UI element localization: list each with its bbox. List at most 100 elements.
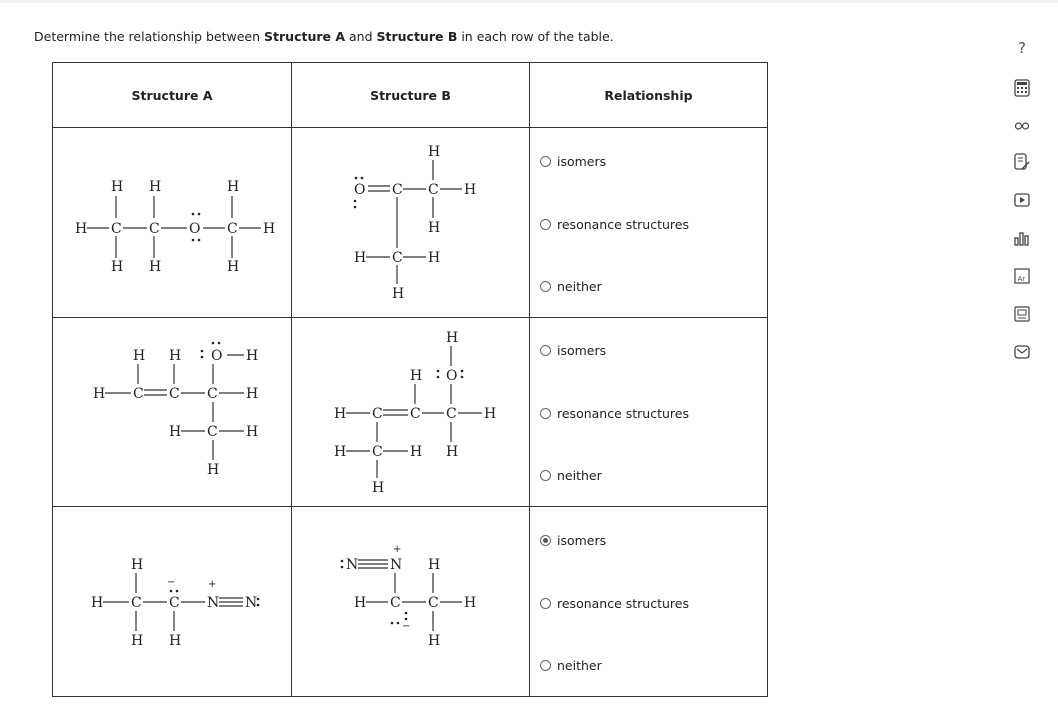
row1-option-neither[interactable]: neither [540,279,602,294]
atom-o: O [211,348,222,364]
question-text: Determine the relationship between Struc… [34,29,614,44]
atom-h: H [354,250,366,266]
radio-button[interactable] [540,408,551,419]
atom-n: N [390,557,402,573]
svg-text:Ar: Ar [1018,275,1026,283]
textbook-icon[interactable] [1009,302,1035,326]
row1-option-isomers[interactable]: isomers [540,154,606,169]
radio-button-selected[interactable] [540,535,551,546]
periodic-table-icon[interactable]: Ar [1009,264,1035,288]
top-border [0,0,1058,3]
row1-relationship: isomers resonance structures neither [529,127,768,318]
row3-option-resonance[interactable]: resonance structures [540,596,689,611]
atom-c: C [446,406,457,422]
atom-c: C [207,424,218,440]
atom-c: C [131,595,142,611]
minus-charge: − [402,621,410,632]
video-icon[interactable] [1009,188,1035,212]
atom-h: H [428,557,440,573]
atom-h: H [246,348,258,364]
row2-option-neither[interactable]: neither [540,468,602,483]
option-label: isomers [557,154,607,169]
header-structure-a: Structure A [52,62,292,128]
glasses-icon[interactable] [1009,114,1035,138]
radio-button[interactable] [540,345,551,356]
chart-icon[interactable] [1009,226,1035,250]
atom-h: H [169,424,181,440]
atom-o: O [189,221,200,237]
atom-h: H [334,406,346,422]
help-icon[interactable]: ? [1009,36,1035,60]
option-label: resonance structures [557,596,689,611]
radio-button[interactable] [540,219,551,230]
row1-structure-b-diagram: O C C H H H H C H H [353,144,476,302]
row1-option-resonance[interactable]: resonance structures [540,217,689,232]
atom-c: C [372,444,383,460]
atom-h: H [428,633,440,649]
row3-structure-b-diagram: N N H H C C H H + − [340,544,476,649]
radio-button[interactable] [540,598,551,609]
atom-c: C [392,250,403,266]
radio-button[interactable] [540,470,551,481]
atom-o: O [354,182,365,198]
atom-h: H [111,179,123,195]
atom-h: H [410,368,422,384]
atom-h: H [410,444,422,460]
plus-charge: + [208,579,216,590]
notes-icon[interactable] [1009,150,1035,174]
atom-c: C [428,182,439,198]
row2-option-isomers[interactable]: isomers [540,343,606,358]
atom-c: C [133,386,144,402]
atom-h: H [149,179,161,195]
row1-structure-b: O C C H H H H C H H [291,127,530,318]
atom-h: H [263,221,275,237]
atom-n: N [207,595,219,611]
atom-c: C [372,406,383,422]
atom-h: H [75,221,87,237]
radio-button[interactable] [540,660,551,671]
atom-h: H [484,406,496,422]
row3-structure-b: N N H H C C H H + − [291,506,530,697]
option-label: isomers [557,343,607,358]
radio-button[interactable] [540,281,551,292]
atom-h: H [354,595,366,611]
atom-h: H [428,144,440,160]
atom-h: H [149,259,161,275]
atom-h: H [169,633,181,649]
atom-c: C [149,221,160,237]
row3-option-isomers[interactable]: isomers [540,533,606,548]
atom-h: H [392,286,404,302]
message-icon[interactable] [1009,340,1035,364]
option-label: neither [557,658,602,673]
atom-h: H [227,179,239,195]
row2-option-resonance[interactable]: resonance structures [540,406,689,421]
atom-h: H [133,348,145,364]
atom-h: H [227,259,239,275]
atom-h: H [428,220,440,236]
option-label: resonance structures [557,406,689,421]
atom-c: C [428,595,439,611]
atom-h: H [246,386,258,402]
row2-structure-a-diagram: H H O H H C C C H H C H H [93,341,258,478]
header-relationship: Relationship [529,62,768,128]
row3-structure-a-diagram: H H C C N N H H + − [91,557,260,649]
radio-button[interactable] [540,156,551,167]
row1-structure-a-diagram: H C C O C H H H H H H H [75,179,275,275]
row3-option-neither[interactable]: neither [540,658,602,673]
atom-c: C [169,386,180,402]
row3-relationship: isomers resonance structures neither [529,506,768,697]
row2-relationship: isomers resonance structures neither [529,317,768,507]
calculator-icon[interactable] [1009,76,1035,100]
atom-c: C [392,182,403,198]
atom-h: H [446,444,458,460]
atom-h: H [93,386,105,402]
atom-h: H [428,250,440,266]
row2-structure-b: H H O H C C C H H C H H H [291,317,530,507]
header-structure-b: Structure B [291,62,530,128]
atom-c: C [111,221,122,237]
atom-c: C [390,595,401,611]
option-label: isomers [557,533,607,548]
atom-h: H [131,557,143,573]
minus-charge: − [167,577,175,588]
atom-h: H [372,480,384,496]
